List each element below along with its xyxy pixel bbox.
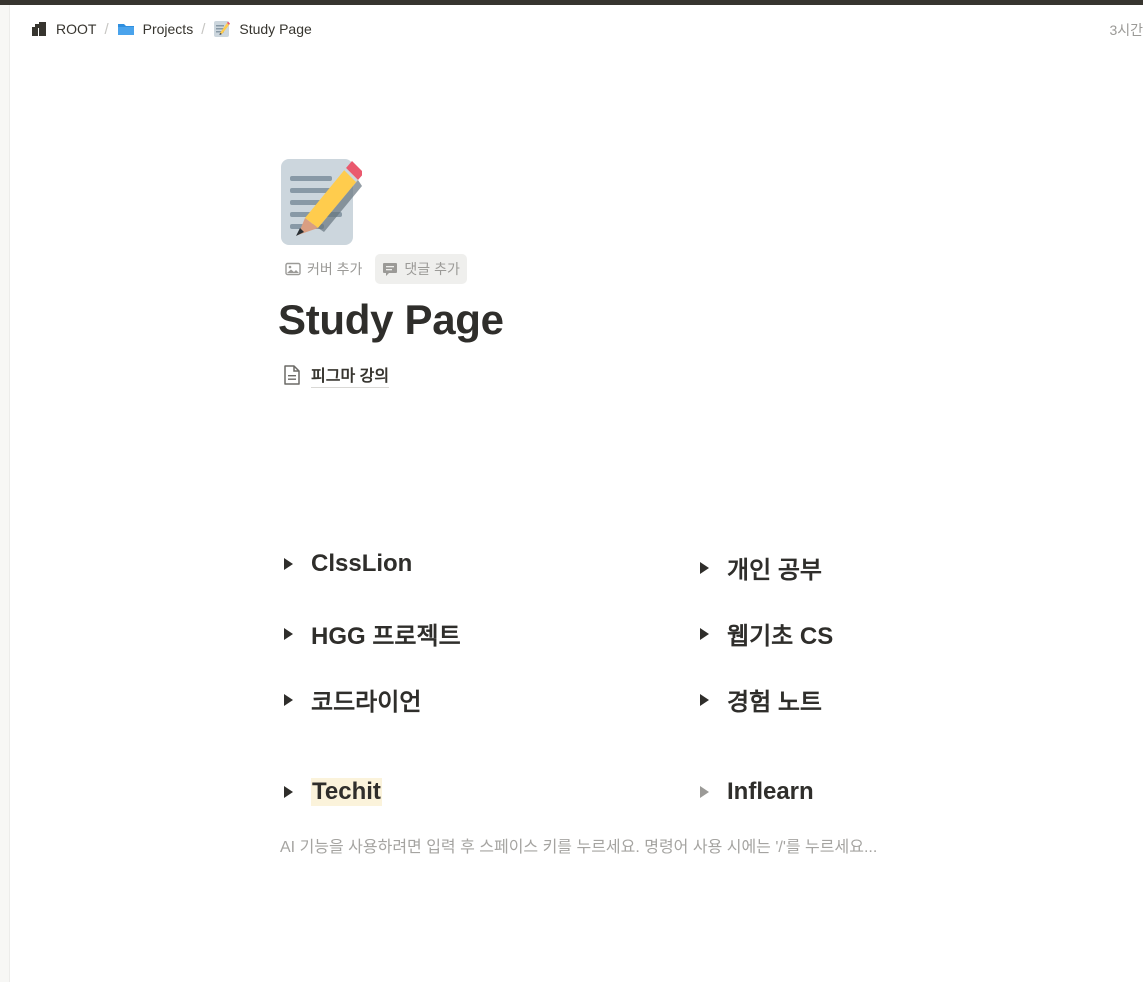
- stacked-pages-icon: [32, 22, 46, 36]
- page-title[interactable]: Study Page: [278, 294, 978, 346]
- toggle-heading: 웹기초 CS: [727, 623, 834, 650]
- toggle-heading: 개인 공부: [727, 557, 822, 584]
- toggle-arrow-icon[interactable]: [284, 558, 293, 570]
- subpage-link[interactable]: 피그마 강의: [282, 362, 978, 388]
- toggle-experience-notes[interactable]: 경험 노트: [700, 682, 822, 717]
- toggle-arrow-icon[interactable]: [700, 693, 709, 706]
- breadcrumb: ROOT / Projects / Study Page: [24, 15, 318, 43]
- page-actions: 커버 추가 댓글 추가: [278, 254, 978, 284]
- toggle-code-lion[interactable]: 코드라이언: [284, 682, 421, 717]
- toggle-heading: 코드라이언: [311, 689, 422, 716]
- breadcrumb-label: ROOT: [56, 21, 97, 37]
- toggle-clsslion[interactable]: ClssLion: [284, 550, 412, 578]
- toggle-arrow-icon[interactable]: [700, 561, 709, 574]
- folder-icon: [117, 24, 134, 35]
- page-content: 커버 추가 댓글 추가 Study Page 피그마 강의: [278, 156, 978, 388]
- memo-pencil-icon: [214, 21, 231, 37]
- toggle-heading: Techit: [311, 778, 382, 806]
- breadcrumb-item-study-page[interactable]: Study Page: [207, 18, 317, 40]
- breadcrumb-separator: /: [104, 20, 109, 38]
- document-icon: [284, 365, 300, 385]
- toggle-personal-study[interactable]: 개인 공부: [700, 550, 822, 585]
- breadcrumb-item-root[interactable]: ROOT: [24, 18, 102, 40]
- memo-pencil-icon[interactable]: [278, 156, 362, 246]
- add-comment-label: 댓글 추가: [404, 261, 460, 277]
- add-cover-button[interactable]: 커버 추가: [278, 254, 369, 284]
- toggle-arrow-icon[interactable]: [284, 786, 293, 798]
- breadcrumb-separator: /: [201, 20, 206, 38]
- toggle-web-basics-cs[interactable]: 웹기초 CS: [700, 616, 833, 651]
- toggle-heading: Inflearn: [727, 778, 814, 805]
- breadcrumb-label: Projects: [142, 21, 194, 37]
- toggle-inflearn[interactable]: Inflearn: [700, 778, 814, 806]
- toggle-heading: ClssLion: [311, 550, 413, 577]
- toggle-heading: 경험 노트: [727, 689, 822, 716]
- toggle-arrow-icon[interactable]: [700, 786, 709, 798]
- add-cover-label: 커버 추가: [307, 261, 363, 277]
- breadcrumb-item-projects[interactable]: Projects: [111, 18, 200, 40]
- notion-app: ROOT / Projects / Study Page 3시간 커버 추가 댓…: [0, 0, 1143, 982]
- toggle-techit[interactable]: Techit: [284, 778, 382, 806]
- subpage-title: 피그마 강의: [311, 362, 390, 388]
- toggle-arrow-icon[interactable]: [284, 693, 293, 706]
- last-edited-time[interactable]: 3시간: [1109, 20, 1143, 40]
- toggle-heading: HGG 프로젝트: [311, 623, 461, 650]
- image-icon: [285, 262, 301, 276]
- breadcrumb-label: Study Page: [239, 21, 312, 37]
- toggle-arrow-icon[interactable]: [700, 627, 709, 640]
- comment-icon: [383, 263, 398, 276]
- window-top-border: [0, 0, 1143, 5]
- empty-block-placeholder[interactable]: AI 기능을 사용하려면 입력 후 스페이스 키를 누르세요. 명령어 사용 시…: [280, 833, 877, 857]
- toggle-hgg-project[interactable]: HGG 프로젝트: [284, 616, 461, 651]
- add-comment-button[interactable]: 댓글 추가: [375, 254, 467, 284]
- sidebar-edge[interactable]: [0, 5, 10, 982]
- toggle-arrow-icon[interactable]: [284, 627, 293, 640]
